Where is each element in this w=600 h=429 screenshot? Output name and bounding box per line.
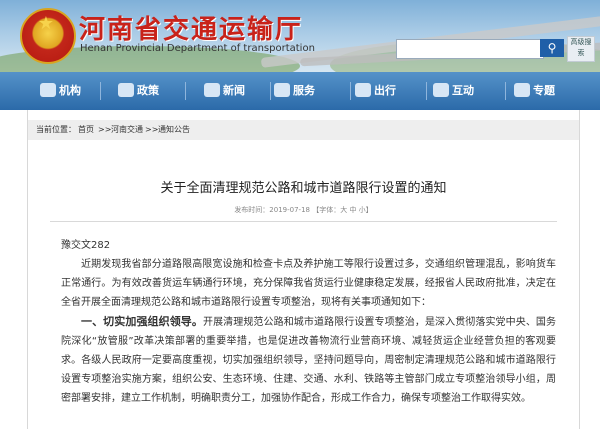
- pen-icon: [204, 83, 220, 97]
- nav-item-label: 政策: [137, 84, 159, 97]
- car-icon: [355, 83, 371, 97]
- document-number: 豫交文282: [61, 240, 111, 251]
- nav-item-xinwen[interactable]: 新闻: [204, 72, 245, 110]
- nav-item-label: 互动: [452, 84, 474, 97]
- breadcrumb: 当前位置： 首页 >> 河南交通 >> 通知公告: [28, 120, 579, 140]
- star-icon: [514, 83, 530, 97]
- divider: [50, 221, 557, 222]
- breadcrumb-separator: >>: [145, 125, 159, 134]
- nav-divider: [350, 82, 351, 100]
- search-input[interactable]: [396, 39, 544, 59]
- breadcrumb-current-link[interactable]: 通知公告: [158, 120, 190, 140]
- nav-item-label: 出行: [374, 84, 396, 97]
- article-meta: 发布时间：2019-07-18 【字体：大 中 小】: [234, 206, 373, 214]
- search-icon: ⚲: [547, 41, 557, 55]
- nav-item-label: 专题: [533, 84, 555, 97]
- nav-item-fuwu[interactable]: 服务: [274, 72, 315, 110]
- nav-item-chuxing[interactable]: 出行: [355, 72, 396, 110]
- document-icon: [118, 83, 134, 97]
- nav-item-zhengce[interactable]: 政策: [118, 72, 159, 110]
- article-paragraph: 一、切实加强组织领导。开展清理规范公路和城市道路限行设置专项整治，是深入贯彻落实…: [61, 312, 556, 408]
- site-subtitle: Henan Provincial Department of transport…: [80, 43, 315, 54]
- chat-icon: [433, 83, 449, 97]
- breadcrumb-section-link[interactable]: 河南交通: [111, 120, 143, 140]
- article-title: 关于全面清理规范公路和城市道路限行设置的通知: [160, 181, 447, 196]
- search-button[interactable]: ⚲: [540, 39, 564, 57]
- nav-item-jigou[interactable]: 机构: [40, 72, 81, 110]
- nav-item-label: 服务: [293, 84, 315, 97]
- main-nav: 机构 政策 新闻 服务 出行 互动 专题: [0, 72, 600, 110]
- site-header: ★ 河南省交通运输厅 Henan Provincial Department o…: [0, 0, 600, 72]
- advanced-search-button[interactable]: 高级搜索: [567, 36, 595, 62]
- nav-item-hudong[interactable]: 互动: [433, 72, 474, 110]
- breadcrumb-separator: >>: [98, 125, 112, 134]
- building-icon: [40, 83, 56, 97]
- paragraph-text: 开展清理规范公路和城市道路限行设置专项整治，是深入贯彻落实党中央、国务院深化“放…: [61, 317, 557, 404]
- section-heading: 一、切实加强组织领导。: [81, 315, 203, 328]
- nav-item-label: 新闻: [223, 84, 245, 97]
- service-icon: [274, 83, 290, 97]
- breadcrumb-home-link[interactable]: 首页: [78, 120, 94, 140]
- breadcrumb-prefix: 当前位置：: [36, 125, 76, 134]
- nav-divider: [505, 82, 506, 100]
- article-container: 当前位置： 首页 >> 河南交通 >> 通知公告 关于全面清理规范公路和城市道路…: [27, 110, 580, 429]
- nav-divider: [426, 82, 427, 100]
- emblem-star-icon: ★: [37, 13, 55, 34]
- article-body: 豫交文282 近期发现我省部分道路限高限宽设施和检查卡点及养护施工等限行设置过多…: [61, 236, 556, 408]
- site-title[interactable]: 河南省交通运输厅: [79, 9, 303, 46]
- nav-divider: [100, 82, 101, 100]
- nav-divider: [185, 82, 186, 100]
- nav-item-label: 机构: [59, 84, 81, 97]
- nav-divider: [270, 82, 271, 100]
- nav-item-zhuanti[interactable]: 专题: [514, 72, 555, 110]
- article-paragraph: 近期发现我省部分道路限高限宽设施和检查卡点及养护施工等限行设置过多，交通组织管理…: [61, 259, 556, 308]
